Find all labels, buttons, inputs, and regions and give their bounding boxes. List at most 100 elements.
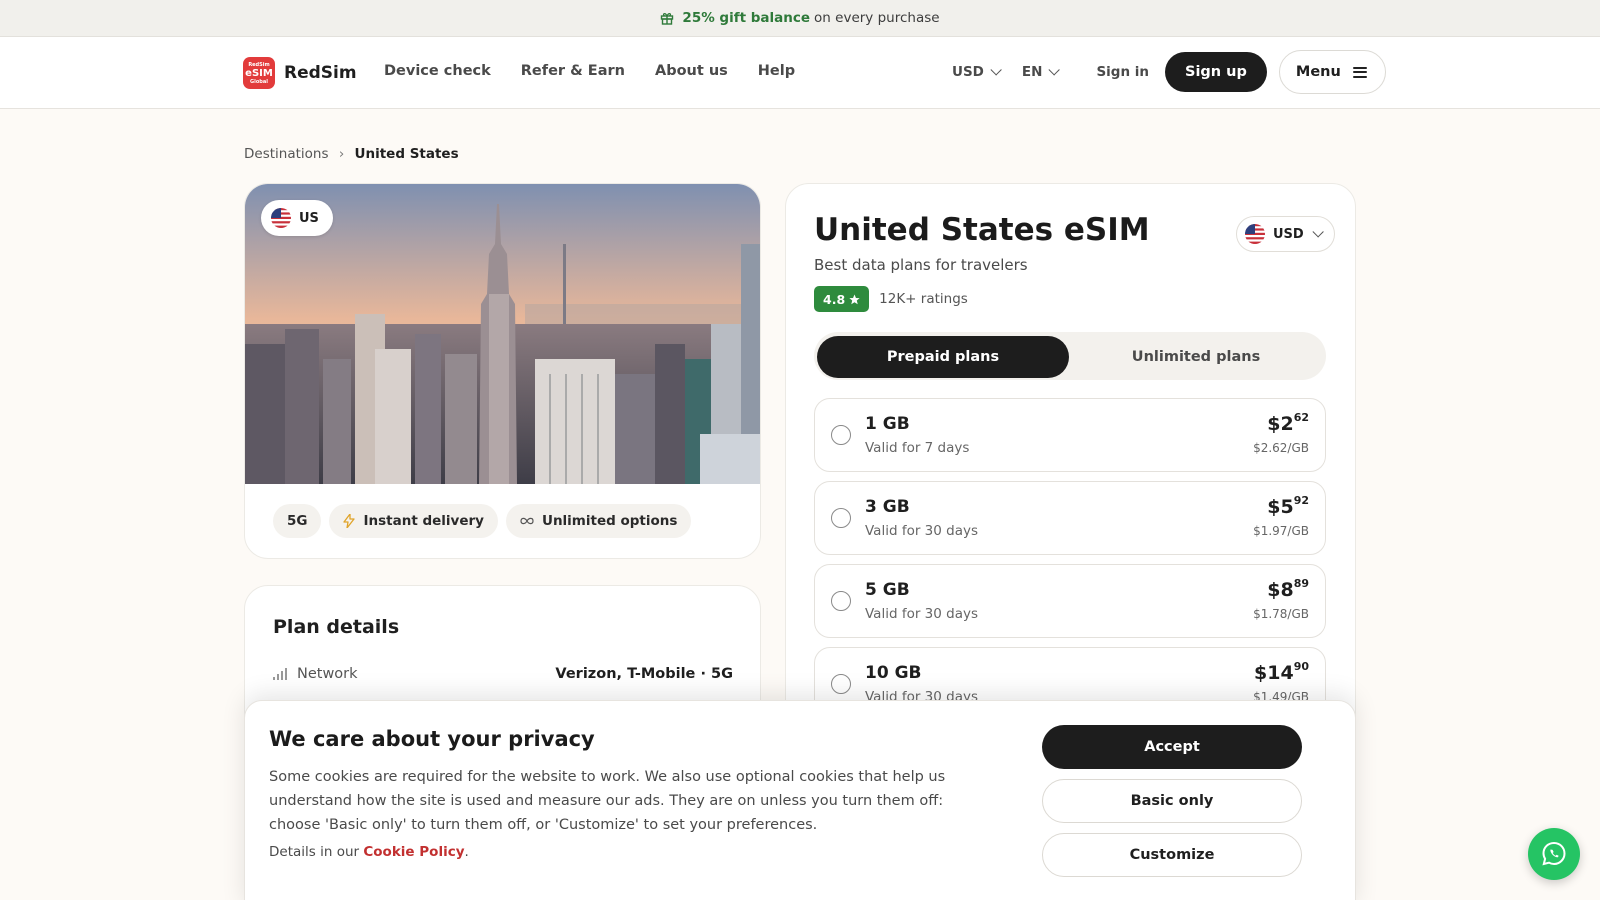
chevron-down-icon (1048, 64, 1061, 76)
plan-price: $1490 (1254, 660, 1309, 684)
infinity-icon (520, 517, 534, 525)
plan-validity: Valid for 7 days (865, 440, 970, 456)
feature-chips: 5G Instant delivery Unlimited options (273, 504, 692, 538)
nav-device-check[interactable]: Device check (384, 63, 491, 79)
cookie-details-suffix: . (464, 844, 469, 860)
page-title: United States eSIM (814, 212, 1150, 248)
cookie-consent-banner: We care about your privacy Some cookies … (244, 700, 1356, 900)
plan-price-main: $2 (1267, 413, 1294, 435)
plan-option-3gb[interactable]: 3 GB Valid for 30 days $592 $1.97/GB (814, 481, 1326, 555)
star-icon (849, 293, 860, 304)
basic-only-button[interactable]: Basic only (1042, 779, 1302, 823)
nav-refer-earn[interactable]: Refer & Earn (521, 63, 625, 79)
plan-type-toggle: Prepaid plans Unlimited plans (814, 332, 1326, 380)
chip-unlimited-options-label: Unlimited options (541, 513, 678, 529)
plan-price: $889 (1267, 577, 1309, 601)
plan-radio[interactable] (831, 591, 851, 611)
chip-instant-delivery: Instant delivery (329, 504, 498, 538)
plan-price-main: $5 (1267, 496, 1294, 518)
rating-count: 12K+ ratings (879, 291, 968, 307)
rating-badge: 4.8 (814, 286, 870, 312)
country-badge: US (261, 200, 333, 236)
breadcrumb-separator: › (338, 146, 345, 162)
plan-currency-value: USD (1273, 226, 1304, 242)
plan-price: $262 (1267, 411, 1309, 435)
breadcrumb: Destinations › United States (244, 146, 459, 162)
destination-hero-card: US 5G Instant delivery Unlimited options (244, 183, 761, 559)
menu-label: Menu (1295, 64, 1341, 80)
menu-button[interactable]: Menu (1278, 50, 1386, 94)
language-dropdown[interactable]: EN (1021, 64, 1061, 80)
header-actions: USD EN Sign in Sign up Menu (952, 50, 1386, 94)
country-code: US (299, 210, 319, 226)
breadcrumb-current: United States (354, 146, 459, 162)
logo-badge: RedSim eSIM Global (243, 57, 275, 89)
us-flag-icon (1245, 224, 1265, 244)
whatsapp-chat-button[interactable] (1528, 828, 1580, 880)
plan-option-5gb[interactable]: 5 GB Valid for 30 days $889 $1.78/GB (814, 564, 1326, 638)
rating: 4.8 12K+ ratings (814, 286, 968, 312)
plan-data-amount: 1 GB (865, 414, 910, 434)
nav-help[interactable]: Help (758, 63, 795, 79)
network-value: Verizon, T-Mobile · 5G (555, 666, 733, 682)
sign-up-button[interactable]: Sign up (1165, 52, 1267, 92)
plan-radio[interactable] (831, 674, 851, 694)
promo-text: on every purchase (814, 10, 940, 26)
plan-validity: Valid for 30 days (865, 606, 979, 622)
logo-badge-main: eSIM (245, 67, 273, 79)
chip-unlimited-options: Unlimited options (505, 504, 692, 538)
plan-details-title: Plan details (273, 616, 400, 638)
customize-button[interactable]: Customize (1042, 833, 1302, 877)
plan-data-amount: 5 GB (865, 580, 910, 600)
cookie-body: Some cookies are required for the websit… (269, 769, 946, 833)
network-label: Network (297, 666, 358, 682)
site-header: RedSim eSIM Global RedSim Device check R… (0, 37, 1600, 109)
main-nav: Device check Refer & Earn About us Help (384, 63, 795, 79)
sign-in-link[interactable]: Sign in (1096, 64, 1149, 80)
promo-bar: 25% gift balance on every purchase (0, 0, 1600, 37)
logo-badge-bottom: Global (250, 78, 268, 85)
hamburger-icon (1352, 66, 1367, 78)
plan-price-cents: 62 (1293, 411, 1309, 424)
plan-price-cents: 90 (1293, 660, 1309, 673)
language-value: EN (1021, 64, 1043, 80)
currency-value: USD (952, 64, 984, 80)
tab-prepaid-plans[interactable]: Prepaid plans (817, 336, 1069, 378)
rating-value: 4.8 (823, 291, 846, 307)
chip-instant-delivery-label: Instant delivery (363, 513, 484, 529)
cookie-details: Details in our Cookie Policy. (269, 844, 469, 860)
cookie-policy-link[interactable]: Cookie Policy (363, 844, 464, 860)
detail-label: Network (273, 666, 358, 682)
brand-name: RedSim (284, 63, 357, 83)
lightning-icon (343, 514, 356, 528)
gift-icon (661, 13, 674, 25)
breadcrumb-destinations[interactable]: Destinations (244, 146, 329, 162)
plan-data-amount: 3 GB (865, 497, 910, 517)
plans-card: United States eSIM Best data plans for t… (785, 183, 1356, 743)
promo-highlight: 25% gift balance (682, 10, 811, 26)
signal-icon (273, 668, 287, 680)
plan-price-main: $14 (1254, 662, 1294, 684)
cookie-title: We care about your privacy (269, 727, 595, 751)
plan-radio[interactable] (831, 508, 851, 528)
chip-5g-label: 5G (287, 513, 308, 529)
cookie-details-prefix: Details in our (269, 844, 360, 860)
plan-price-cents: 89 (1293, 577, 1309, 590)
accept-cookies-button[interactable]: Accept (1042, 725, 1302, 769)
currency-dropdown[interactable]: USD (952, 64, 1002, 80)
whatsapp-icon (1542, 841, 1566, 866)
plan-price-main: $8 (1267, 579, 1294, 601)
us-flag-icon (271, 208, 291, 228)
plan-radio[interactable] (831, 425, 851, 445)
plan-option-1gb[interactable]: 1 GB Valid for 7 days $262 $2.62/GB (814, 398, 1326, 472)
tab-unlimited-plans[interactable]: Unlimited plans (1070, 336, 1322, 378)
plan-price-cents: 92 (1293, 494, 1309, 507)
plan-price-per-gb: $1.78/GB (1253, 607, 1309, 621)
plan-price: $592 (1267, 494, 1309, 518)
nav-about-us[interactable]: About us (655, 63, 728, 79)
logo[interactable]: RedSim eSIM Global RedSim (243, 57, 357, 89)
chip-5g: 5G (273, 504, 322, 538)
plan-price-per-gb: $2.62/GB (1253, 441, 1309, 455)
plan-currency-dropdown[interactable]: USD (1236, 216, 1335, 252)
plan-data-amount: 10 GB (865, 663, 922, 683)
